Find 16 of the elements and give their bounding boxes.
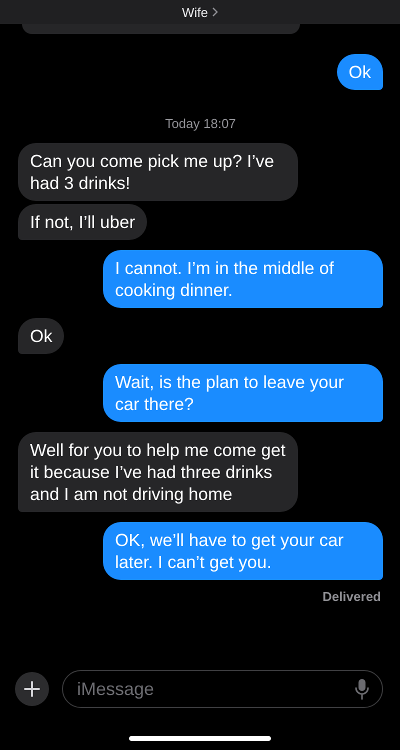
message-bubble: OK, we’ll have to get your car later. I can’t get you. [103, 522, 383, 580]
message-bubble: Can you come pick me up? I’ve had 3 drinks! [18, 143, 298, 201]
message-bubble: Ok [336, 54, 383, 90]
timestamp: Today 18:07 [165, 116, 236, 131]
plus-icon [24, 681, 40, 697]
message-bubble: I cannot. I’m in the middle of cooking dinner. [103, 250, 383, 308]
message-bubble: If not, I’ll uber [18, 204, 148, 240]
add-button[interactable] [15, 672, 49, 706]
message-field[interactable]: iMessage [62, 670, 383, 708]
message-bubble: Wait, is the plan to leave your car there? [103, 364, 383, 422]
chevron-icon [212, 7, 218, 17]
contact-name[interactable]: Wife [182, 4, 208, 20]
microphone-icon[interactable] [355, 678, 369, 700]
message-bubble: Ok [18, 318, 64, 354]
delivery-status: Delivered [322, 589, 381, 604]
message-bubble: Well for you to help me come get it because I’ve had three drinks and I am not driving home [18, 432, 298, 512]
